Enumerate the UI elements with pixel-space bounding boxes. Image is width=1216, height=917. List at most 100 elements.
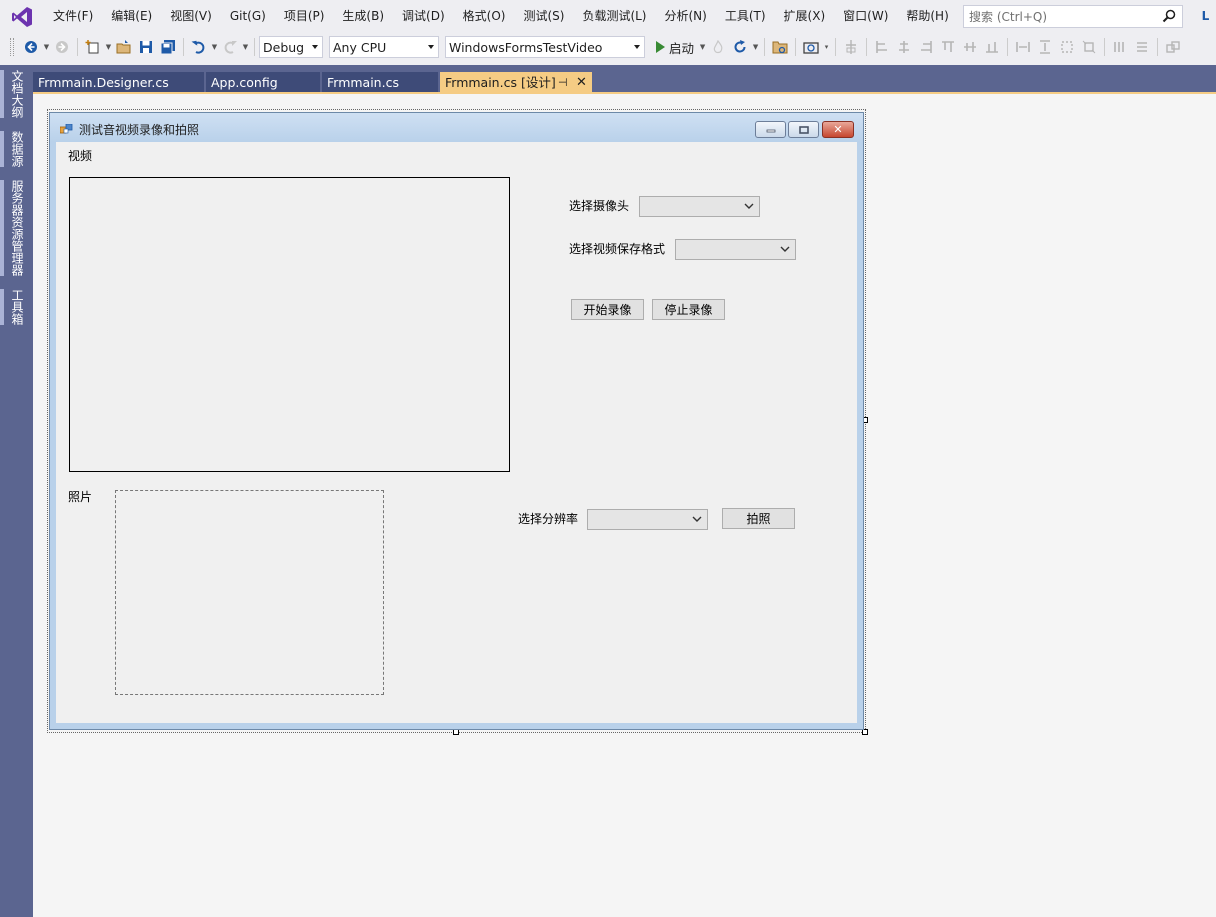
startup-project-value: WindowsFormsTestVideo <box>449 39 603 55</box>
new-dropdown-icon[interactable]: ▼ <box>104 36 113 58</box>
menu-tools[interactable]: 工具(T) <box>716 0 775 33</box>
chevron-down-icon <box>692 516 702 522</box>
start-dropdown-icon[interactable]: ▼ <box>698 36 707 58</box>
video-format-select[interactable] <box>675 239 796 260</box>
align-bottoms-icon[interactable] <box>981 36 1003 58</box>
menu-format[interactable]: 格式(O) <box>454 0 515 33</box>
chevron-down-icon <box>312 45 318 49</box>
solution-configuration-dropdown[interactable]: Debug <box>259 36 323 58</box>
save-icon[interactable] <box>135 36 157 58</box>
maximize-button[interactable] <box>788 121 819 138</box>
menu-edit[interactable]: 编辑(E) <box>102 0 161 33</box>
hot-reload-flame-icon[interactable] <box>707 36 729 58</box>
toolbar-grip-icon[interactable] <box>10 38 14 56</box>
align-centers-icon[interactable] <box>893 36 915 58</box>
close-icon[interactable]: ✕ <box>576 72 587 94</box>
side-tab-document-outline[interactable]: 文档大纲 <box>0 70 26 118</box>
menu-help[interactable]: 帮助(H) <box>897 0 957 33</box>
close-window-button[interactable]: ✕ <box>822 121 854 138</box>
menu-build[interactable]: 生成(B) <box>333 0 393 33</box>
tab-frmmain-cs-design[interactable]: Frmmain.cs [设计] ⊣ ✕ <box>440 72 592 94</box>
chevron-down-icon <box>780 246 790 252</box>
toolbar-separator <box>183 38 184 56</box>
open-file-icon[interactable] <box>113 36 135 58</box>
tool-window-sidebar: 文档大纲 数据源 服务器资源管理器 工具箱 <box>0 65 33 917</box>
tab-frmmain-designer-cs[interactable]: Frmmain.Designer.cs <box>33 72 204 94</box>
document-tab-strip: Frmmain.Designer.cs App.config Frmmain.c… <box>33 65 1216 94</box>
start-label: 启动 <box>669 40 695 56</box>
solution-platform-dropdown[interactable]: Any CPU <box>329 36 439 58</box>
menu-debug[interactable]: 调试(D) <box>393 0 454 33</box>
standard-toolbar: ▼ ▼ ▼ ▼ Debug Any CPU WindowsFormsTestVi… <box>0 33 1216 61</box>
align-lefts-icon[interactable] <box>871 36 893 58</box>
side-tab-data-sources[interactable]: 数据源 <box>0 131 26 167</box>
screenshot-camera-icon[interactable] <box>800 36 822 58</box>
chevron-down-icon <box>634 45 640 49</box>
navigate-forward-icon[interactable] <box>51 36 73 58</box>
side-tab-server-explorer[interactable]: 服务器资源管理器 <box>0 180 26 276</box>
restart-dropdown-icon[interactable]: ▼ <box>751 36 760 58</box>
menu-window[interactable]: 窗口(W) <box>834 0 897 33</box>
navigate-back-icon[interactable] <box>20 36 42 58</box>
save-all-icon[interactable] <box>157 36 179 58</box>
camera-select[interactable] <box>639 196 760 217</box>
start-recording-button[interactable]: 开始录像 <box>571 299 644 320</box>
start-debugging-button[interactable]: 启动 <box>651 38 698 57</box>
account-badge[interactable]: L <box>1195 6 1216 27</box>
menu-view[interactable]: 视图(V) <box>161 0 221 33</box>
startup-project-dropdown[interactable]: WindowsFormsTestVideo <box>445 36 645 58</box>
menu-git[interactable]: Git(G) <box>221 0 275 33</box>
make-same-height-icon[interactable] <box>1034 36 1056 58</box>
menu-load-test[interactable]: 负载测试(L) <box>573 0 655 33</box>
pin-icon[interactable]: ⊣ <box>558 72 568 94</box>
form-client-area: 视频 选择摄像头 选择视频保存格式 开始录像 停止录像 照片 选择分辨率 拍照 <box>56 142 857 723</box>
menu-analyze[interactable]: 分析(N) <box>656 0 716 33</box>
toolbar-overflow-icon[interactable]: ▾ <box>822 36 831 58</box>
size-to-grid-icon[interactable] <box>1078 36 1100 58</box>
vertical-spacing-icon[interactable] <box>1131 36 1153 58</box>
menu-project[interactable]: 项目(P) <box>275 0 334 33</box>
align-to-grid-icon[interactable] <box>840 36 862 58</box>
resolution-select[interactable] <box>587 509 708 530</box>
stop-recording-button[interactable]: 停止录像 <box>652 299 725 320</box>
minimize-button[interactable] <box>755 121 786 138</box>
take-photo-button[interactable]: 拍照 <box>722 508 795 529</box>
tab-app-config[interactable]: App.config <box>206 72 320 94</box>
form-titlebar[interactable]: 测试音视频录像和拍照 ✕ <box>50 113 863 142</box>
undo-dropdown-icon[interactable]: ▼ <box>210 36 219 58</box>
menu-test[interactable]: 测试(S) <box>514 0 573 33</box>
toolbar-separator <box>254 38 255 56</box>
visual-studio-logo-icon[interactable] <box>0 0 44 33</box>
open-folder-icon[interactable] <box>769 36 791 58</box>
photo-label: 照片 <box>68 490 93 504</box>
chevron-down-icon <box>744 203 754 209</box>
winform-window[interactable]: 测试音视频录像和拍照 ✕ 视频 选择摄像头 选择视频保存格式 开始录像 停止录像… <box>49 112 864 730</box>
search-icon <box>1162 9 1176 23</box>
restart-icon[interactable] <box>729 36 751 58</box>
toolbar-separator <box>835 38 837 56</box>
side-tab-toolbox[interactable]: 工具箱 <box>0 289 26 325</box>
horizontal-spacing-icon[interactable] <box>1109 36 1131 58</box>
video-label: 视频 <box>68 149 93 163</box>
align-tops-icon[interactable] <box>937 36 959 58</box>
photo-preview-box[interactable] <box>115 490 384 695</box>
menu-extensions[interactable]: 扩展(X) <box>775 0 835 33</box>
redo-icon[interactable] <box>219 36 241 58</box>
form-title: 测试音视频录像和拍照 <box>79 123 200 137</box>
menu-file[interactable]: 文件(F) <box>44 0 102 33</box>
new-project-icon[interactable] <box>82 36 104 58</box>
minimize-icon <box>766 129 775 132</box>
make-same-size-icon[interactable] <box>1056 36 1078 58</box>
align-middles-icon[interactable] <box>959 36 981 58</box>
search-input[interactable]: 搜索 (Ctrl+Q) <box>963 5 1183 28</box>
redo-dropdown-icon[interactable]: ▼ <box>241 36 250 58</box>
tab-frmmain-cs[interactable]: Frmmain.cs <box>322 72 438 94</box>
bring-to-front-icon[interactable] <box>1162 36 1184 58</box>
video-preview-panel[interactable] <box>69 177 510 472</box>
undo-icon[interactable] <box>188 36 210 58</box>
align-rights-icon[interactable] <box>915 36 937 58</box>
back-dropdown-icon[interactable]: ▼ <box>42 36 51 58</box>
toolbar-separator <box>764 38 766 56</box>
toolbar-separator <box>795 38 797 56</box>
make-same-width-icon[interactable] <box>1012 36 1034 58</box>
